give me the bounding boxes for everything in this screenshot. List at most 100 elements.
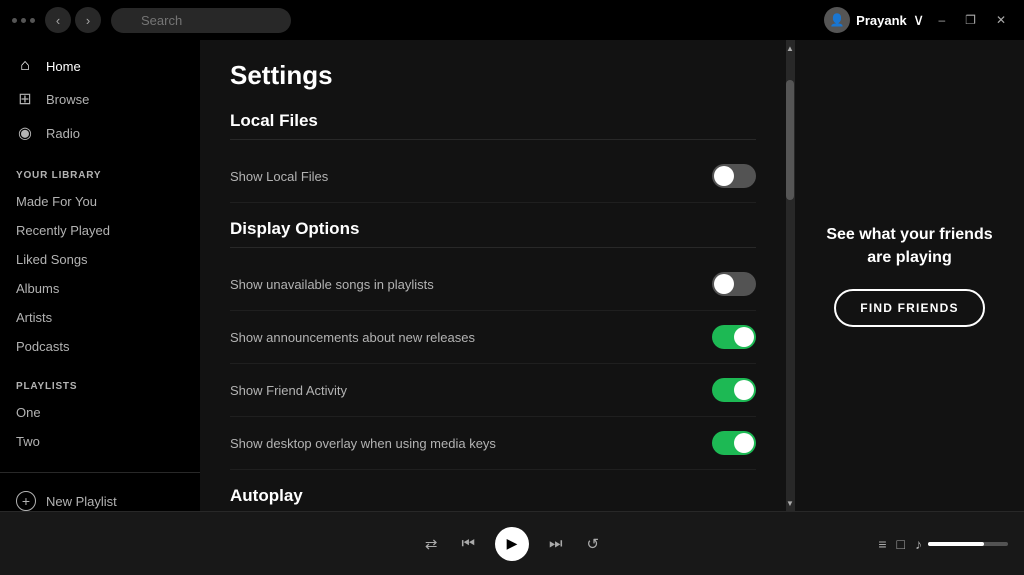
- repeat-button[interactable]: ↺: [583, 531, 604, 557]
- local-files-section-title: Local Files: [230, 111, 756, 140]
- sidebar-item-podcasts[interactable]: Podcasts: [0, 332, 200, 361]
- volume-icon[interactable]: ♪: [915, 536, 922, 552]
- sidebar-label-recently-played: Recently Played: [16, 223, 110, 238]
- title-bar-right: 👤 Prayank ∨ – ❐ ✕: [824, 7, 1012, 33]
- window-controls: – ❐ ✕: [932, 11, 1012, 29]
- player-center: ⇄ ⏮ ▶ ⏭ ↺: [421, 527, 603, 561]
- home-icon: ⌂: [16, 57, 34, 75]
- toggle-knob: [714, 166, 734, 186]
- autoplay-section-title: Autoplay: [230, 486, 756, 511]
- sidebar-label-browse: Browse: [46, 92, 89, 107]
- sidebar-label-albums: Albums: [16, 281, 59, 296]
- playlists-section: PLAYLISTS One Two: [0, 377, 200, 456]
- sidebar-item-recently-played[interactable]: Recently Played: [0, 216, 200, 245]
- toggle-knob: [734, 433, 754, 453]
- display-options-section-title: Display Options: [230, 219, 756, 248]
- new-playlist-button[interactable]: + New Playlist: [0, 483, 200, 511]
- sidebar-item-radio[interactable]: ◉ Radio: [0, 116, 200, 150]
- scrollbar-arrow-down[interactable]: ▼: [786, 495, 794, 511]
- desktop-overlay-label: Show desktop overlay when using media ke…: [230, 436, 496, 451]
- desktop-overlay-row: Show desktop overlay when using media ke…: [230, 417, 756, 470]
- title-bar: ‹ › 🔍 👤 Prayank ∨ – ❐ ✕: [0, 0, 1024, 40]
- show-local-files-row: Show Local Files: [230, 150, 756, 203]
- search-wrapper: 🔍: [111, 8, 291, 33]
- sidebar-item-liked-songs[interactable]: Liked Songs: [0, 245, 200, 274]
- plus-icon: +: [16, 491, 36, 511]
- nav-buttons: ‹ ›: [45, 7, 101, 33]
- desktop-overlay-toggle[interactable]: [712, 431, 756, 455]
- friend-activity-label: Show Friend Activity: [230, 383, 347, 398]
- nav-section: ⌂ Home ⊞ Browse ◉ Radio: [0, 50, 200, 150]
- window-dots: [12, 18, 35, 23]
- friend-activity-toggle[interactable]: [712, 378, 756, 402]
- minimize-button[interactable]: –: [932, 11, 951, 29]
- friend-activity-row: Show Friend Activity: [230, 364, 756, 417]
- sidebar-label-home: Home: [46, 59, 81, 74]
- sidebar-label-podcasts: Podcasts: [16, 339, 69, 354]
- sidebar-item-made-for-you[interactable]: Made For You: [0, 187, 200, 216]
- sidebar-bottom: + New Playlist: [0, 472, 200, 511]
- unavailable-songs-row: Show unavailable songs in playlists: [230, 258, 756, 311]
- toggle-knob: [714, 274, 734, 294]
- settings-panel: Settings Local Files Show Local Files Di…: [200, 40, 786, 511]
- sidebar-label-liked-songs: Liked Songs: [16, 252, 88, 267]
- new-playlist-label: New Playlist: [46, 494, 117, 509]
- toggle-knob: [734, 327, 754, 347]
- sidebar: ⌂ Home ⊞ Browse ◉ Radio YOUR LIBRARY Mad…: [0, 40, 200, 511]
- sidebar-item-artists[interactable]: Artists: [0, 303, 200, 332]
- sidebar-label-radio: Radio: [46, 126, 80, 141]
- find-friends-button[interactable]: FIND FRIENDS: [834, 289, 984, 327]
- main-layout: ⌂ Home ⊞ Browse ◉ Radio YOUR LIBRARY Mad…: [0, 40, 1024, 511]
- title-bar-left: ‹ › 🔍: [12, 7, 291, 33]
- nav-forward-button[interactable]: ›: [75, 7, 101, 33]
- avatar: 👤: [824, 7, 850, 33]
- player-right: ≡ □ ♪: [808, 536, 1008, 552]
- friends-text: See what your friends are playing: [815, 224, 1004, 269]
- sidebar-item-playlist-one[interactable]: One: [0, 398, 200, 427]
- scrollbar-thumb[interactable]: [786, 80, 794, 200]
- sidebar-label-made-for-you: Made For You: [16, 194, 97, 209]
- playlist-two-label: Two: [16, 434, 40, 449]
- settings-title: Settings: [230, 60, 756, 91]
- scrollbar-track: ▲ ▼: [786, 40, 794, 511]
- sidebar-item-home[interactable]: ⌂ Home: [0, 50, 200, 82]
- radio-icon: ◉: [16, 123, 34, 143]
- announcements-label: Show announcements about new releases: [230, 330, 475, 345]
- close-button[interactable]: ✕: [990, 11, 1012, 29]
- sidebar-item-albums[interactable]: Albums: [0, 274, 200, 303]
- sidebar-label-artists: Artists: [16, 310, 52, 325]
- show-local-files-toggle[interactable]: [712, 164, 756, 188]
- dot-2: [21, 18, 26, 23]
- play-button[interactable]: ▶: [495, 527, 529, 561]
- content-area: Settings Local Files Show Local Files Di…: [200, 40, 1024, 511]
- playlist-one-label: One: [16, 405, 41, 420]
- user-area[interactable]: 👤 Prayank ∨: [824, 7, 924, 33]
- unavailable-songs-label: Show unavailable songs in playlists: [230, 277, 434, 292]
- friends-panel: See what your friends are playing FIND F…: [794, 40, 1024, 511]
- show-local-files-label: Show Local Files: [230, 169, 328, 184]
- sidebar-item-browse[interactable]: ⊞ Browse: [0, 82, 200, 116]
- sidebar-item-playlist-two[interactable]: Two: [0, 427, 200, 456]
- dot-3: [30, 18, 35, 23]
- shuffle-button[interactable]: ⇄: [421, 531, 442, 557]
- volume-control: ♪: [915, 536, 1008, 552]
- nav-back-button[interactable]: ‹: [45, 7, 71, 33]
- search-input[interactable]: [111, 8, 291, 33]
- next-button[interactable]: ⏭: [545, 531, 567, 556]
- announcements-row: Show announcements about new releases: [230, 311, 756, 364]
- volume-bar[interactable]: [928, 542, 1008, 546]
- scrollbar-arrow-up[interactable]: ▲: [786, 40, 794, 56]
- devices-icon[interactable]: □: [897, 536, 905, 552]
- toggle-knob: [734, 380, 754, 400]
- maximize-button[interactable]: ❐: [959, 11, 982, 29]
- username-label: Prayank: [856, 13, 907, 28]
- player-controls: ⇄ ⏮ ▶ ⏭ ↺: [421, 527, 603, 561]
- previous-button[interactable]: ⏮: [457, 531, 479, 556]
- dot-1: [12, 18, 17, 23]
- queue-icon[interactable]: ≡: [878, 536, 886, 552]
- unavailable-songs-toggle[interactable]: [712, 272, 756, 296]
- chevron-down-icon: ∨: [913, 10, 925, 30]
- library-label: YOUR LIBRARY: [0, 166, 200, 187]
- volume-fill: [928, 542, 984, 546]
- announcements-toggle[interactable]: [712, 325, 756, 349]
